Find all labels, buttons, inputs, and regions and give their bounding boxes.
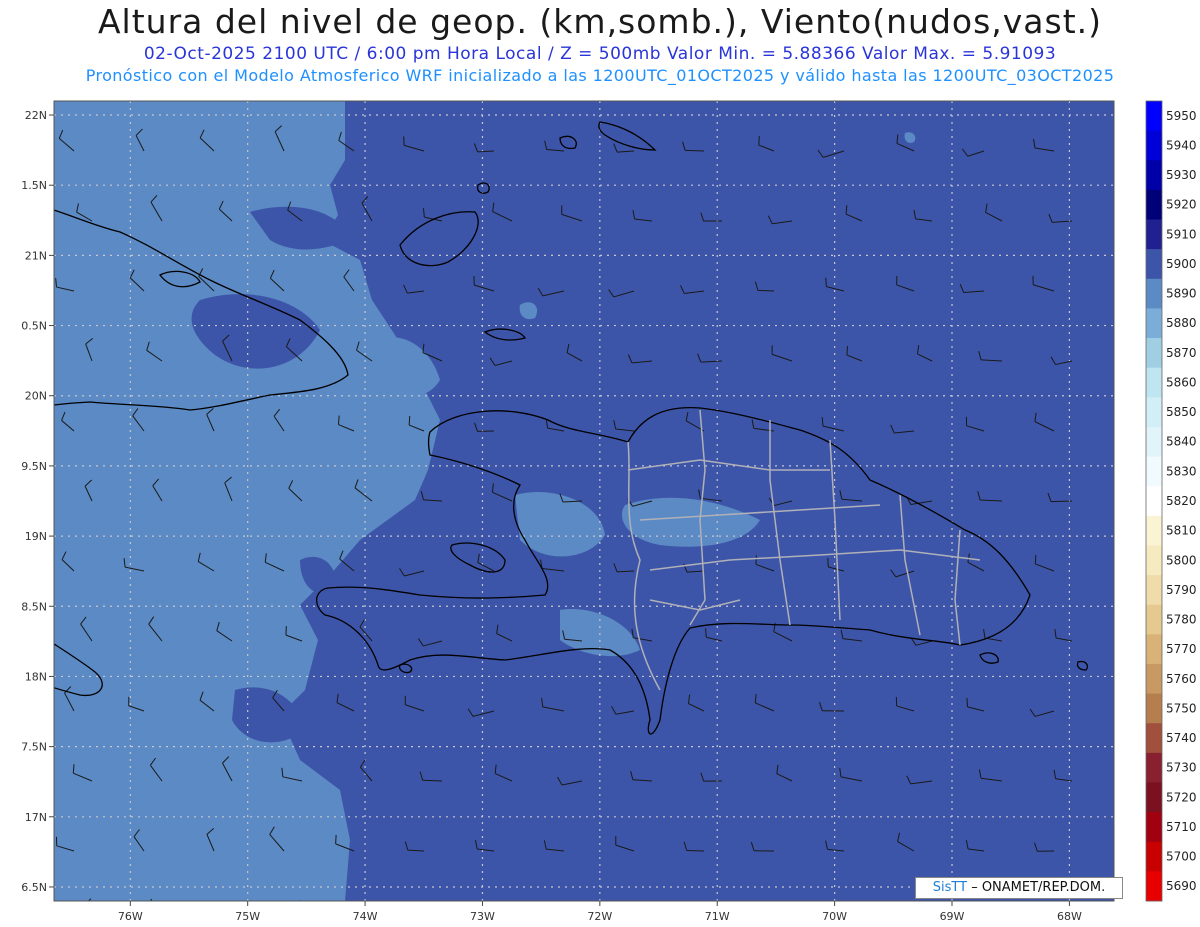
y-tick-label: 1.5N bbox=[21, 179, 47, 192]
x-axis-ticks: 76W 75W 74W 73W 72W 71W 70W 69W 68W bbox=[118, 901, 1082, 923]
colorbar-swatch bbox=[1146, 456, 1162, 487]
credit-brand: SisTT bbox=[932, 880, 968, 895]
wind-barb bbox=[87, 898, 92, 901]
y-tick-label: 21N bbox=[25, 249, 47, 262]
colorbar-swatch bbox=[1146, 782, 1162, 813]
y-tick-label: 19N bbox=[25, 530, 47, 543]
colorbar-label: 5830 bbox=[1166, 464, 1197, 478]
colorbar-label: 5820 bbox=[1166, 494, 1197, 508]
colorbar-swatch bbox=[1146, 101, 1162, 132]
colorbar-label: 5920 bbox=[1166, 198, 1197, 212]
y-tick-label: 6.5N bbox=[21, 881, 47, 894]
colorbar-swatch bbox=[1146, 812, 1162, 843]
colorbar-swatch bbox=[1146, 249, 1162, 280]
y-tick-label: 17N bbox=[25, 811, 47, 824]
y-tick-label: 8.5N bbox=[21, 600, 47, 613]
wind-barb bbox=[210, 907, 232, 921]
colorbar-label: 5890 bbox=[1166, 287, 1197, 301]
wind-barb bbox=[566, 903, 582, 921]
credit-box: SisTT – ONAMET/REP.DOM. bbox=[915, 877, 1123, 899]
x-tick-label: 71W bbox=[705, 910, 730, 923]
colorbar-label: 5790 bbox=[1166, 583, 1197, 597]
colorbar-label: 5910 bbox=[1166, 227, 1197, 241]
colorbar-label: 5880 bbox=[1166, 316, 1197, 330]
colorbar-swatch bbox=[1146, 752, 1162, 783]
wind-barb bbox=[908, 914, 932, 922]
colorbar-swatch bbox=[1146, 308, 1162, 339]
colorbar-label: 5850 bbox=[1166, 405, 1197, 419]
y-tick-label: 0.5N bbox=[21, 320, 47, 333]
colorbar-swatch bbox=[1146, 338, 1162, 369]
colorbar-label: 5760 bbox=[1166, 672, 1197, 686]
x-tick-label: 69W bbox=[940, 910, 965, 923]
colorbar-swatch bbox=[1146, 130, 1162, 161]
colorbar-swatch bbox=[1146, 634, 1162, 665]
colorbar-swatch bbox=[1146, 160, 1162, 191]
colorbar: 5950 5940 5930 5920 5910 5900 5890 5880 5870 5860… bbox=[1145, 100, 1197, 902]
y-tick-label: 7.5N bbox=[21, 741, 47, 754]
colorbar-swatch bbox=[1146, 871, 1162, 902]
y-tick-label: 22N bbox=[25, 109, 47, 122]
weather-map: 76W 75W 74W 73W 72W 71W 70W 69W 68W 22N 1.5N 21N 0.… bbox=[21, 100, 1197, 926]
x-tick-label: 74W bbox=[353, 910, 378, 923]
colorbar-swatch bbox=[1146, 397, 1162, 428]
colorbar-swatch bbox=[1146, 486, 1162, 517]
colorbar-label: 5780 bbox=[1166, 613, 1197, 627]
y-axis-ticks: 22N 1.5N 21N 0.5N 20N 9.5N 19N 8.5N 18N 7.5N 17N 6.… bbox=[21, 109, 54, 894]
colorbar-label: 5750 bbox=[1166, 701, 1197, 715]
x-tick-label: 75W bbox=[235, 910, 260, 923]
colorbar-label: 5950 bbox=[1166, 109, 1197, 123]
colorbar-label: 5730 bbox=[1166, 761, 1197, 775]
colorbar-label: 5900 bbox=[1166, 257, 1197, 271]
y-tick-label: 18N bbox=[25, 670, 47, 683]
colorbar-swatch bbox=[1146, 367, 1162, 398]
colorbar-label: 5720 bbox=[1166, 790, 1197, 804]
colorbar-label: 5870 bbox=[1166, 346, 1197, 360]
x-tick-label: 76W bbox=[118, 910, 143, 923]
colorbar-swatch bbox=[1146, 693, 1162, 724]
colorbar-label: 5700 bbox=[1166, 850, 1197, 864]
colorbar-swatch bbox=[1146, 515, 1162, 546]
wind-barb bbox=[150, 898, 153, 901]
colorbar-swatch bbox=[1146, 189, 1162, 220]
credit-text: – ONAMET/REP.DOM. bbox=[967, 880, 1106, 895]
wind-barb bbox=[417, 918, 442, 926]
colorbar-swatch bbox=[1146, 663, 1162, 694]
wind-barb bbox=[987, 904, 1002, 921]
colorbar-label: 5840 bbox=[1166, 435, 1197, 449]
colorbar-label: 5930 bbox=[1166, 168, 1197, 182]
colorbar-swatch bbox=[1146, 219, 1162, 250]
colorbar-label: 5800 bbox=[1166, 553, 1197, 567]
colorbar-swatch bbox=[1146, 723, 1162, 754]
y-tick-label: 9.5N bbox=[21, 460, 47, 473]
colorbar-swatch bbox=[1146, 545, 1162, 576]
wind-barb bbox=[633, 913, 652, 922]
colorbar-label: 5690 bbox=[1166, 879, 1197, 893]
colorbar-swatch bbox=[1146, 278, 1162, 309]
colorbar-label: 5860 bbox=[1166, 375, 1197, 389]
x-tick-label: 72W bbox=[587, 910, 612, 923]
colorbar-swatch bbox=[1146, 604, 1162, 635]
colorbar-label: 5940 bbox=[1166, 138, 1197, 152]
colorbar-label: 5710 bbox=[1166, 820, 1197, 834]
colorbar-swatch bbox=[1146, 841, 1162, 872]
x-tick-label: 70W bbox=[822, 910, 847, 923]
wind-barb bbox=[771, 906, 792, 921]
colorbar-swatch bbox=[1146, 426, 1162, 457]
colorbar-label: 5770 bbox=[1166, 642, 1197, 656]
colorbar-label: 5810 bbox=[1166, 524, 1197, 538]
x-tick-label: 68W bbox=[1057, 910, 1082, 923]
y-tick-label: 20N bbox=[25, 390, 47, 403]
x-tick-label: 73W bbox=[470, 910, 495, 923]
wind-barb bbox=[298, 900, 301, 901]
colorbar-swatch bbox=[1146, 575, 1162, 606]
colorbar-label: 5740 bbox=[1166, 731, 1197, 745]
